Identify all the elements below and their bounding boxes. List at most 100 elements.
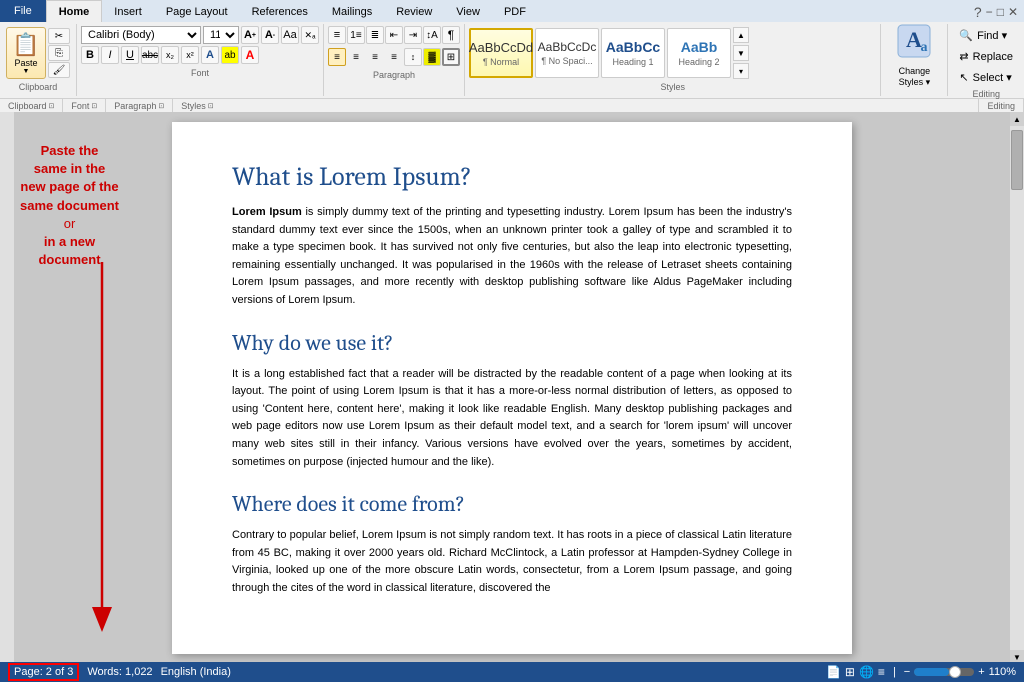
decrease-font-button[interactable]: A- bbox=[261, 26, 279, 44]
style-heading1[interactable]: AaBbCc Heading 1 bbox=[601, 28, 665, 78]
font-group: Calibri (Body) 11 A+ A- Aa ✕ₐ B I U abc … bbox=[77, 24, 324, 96]
strikethrough-button[interactable]: abc bbox=[141, 46, 159, 64]
style-normal[interactable]: AaBbCcDd ¶ Normal bbox=[469, 28, 533, 78]
font-size-select[interactable]: 11 bbox=[203, 26, 239, 44]
view-outline-icon[interactable]: ≡ bbox=[878, 665, 885, 679]
font-name-select[interactable]: Calibri (Body) bbox=[81, 26, 201, 44]
font-color-button[interactable]: A bbox=[241, 46, 259, 64]
highlight-button[interactable]: ab bbox=[221, 46, 239, 64]
styles-scroll-up[interactable]: ▲ bbox=[733, 27, 749, 43]
annotation-arrow-svg bbox=[62, 262, 142, 642]
tab-page-layout[interactable]: Page Layout bbox=[154, 2, 240, 22]
justify-button[interactable]: ≡ bbox=[385, 48, 403, 66]
view-fullscreen-icon[interactable]: ⊞ bbox=[845, 665, 855, 679]
tab-references[interactable]: References bbox=[240, 2, 320, 22]
styles-scroll-down[interactable]: ▼ bbox=[733, 45, 749, 61]
editing-section-label: Editing bbox=[979, 99, 1024, 112]
change-styles-group-label bbox=[913, 84, 916, 98]
show-formatting-button[interactable]: ¶ bbox=[442, 26, 460, 44]
style-heading2[interactable]: AaBb Heading 2 bbox=[667, 28, 731, 78]
ribbon-label-row: Clipboard ⊡ Font ⊡ Paragraph ⊡ Styles ⊡ … bbox=[0, 98, 1024, 112]
replace-button[interactable]: ⇄ Replace bbox=[954, 47, 1018, 66]
status-right: 📄 ⊞ 🌐 ≡ | − + 110% bbox=[826, 665, 1016, 679]
maximize-icon[interactable]: □ bbox=[997, 5, 1004, 19]
font-expand-icon[interactable]: ⊡ bbox=[91, 102, 97, 110]
help-icon[interactable]: ? bbox=[974, 4, 982, 20]
styles-expand-icon[interactable]: ⊡ bbox=[208, 102, 214, 110]
clear-format-button[interactable]: ✕ₐ bbox=[301, 26, 319, 44]
document-page: Paste the same in the new page of the sa… bbox=[172, 122, 852, 654]
change-case-button[interactable]: Aa bbox=[281, 26, 299, 44]
superscript-button[interactable]: x² bbox=[181, 46, 199, 64]
section2-body: It is a long established fact that a rea… bbox=[232, 366, 792, 472]
paragraph-group: ≡ 1≡ ≣ ⇤ ⇥ ↕A ¶ ≡ ≡ ≡ ≡ ↕ ▓ ⊞ Paragraph bbox=[324, 24, 465, 96]
change-styles-button[interactable]: A a ChangeStyles ▾ bbox=[889, 26, 939, 84]
tab-mailings[interactable]: Mailings bbox=[320, 2, 384, 22]
zoom-in-button[interactable]: + bbox=[978, 666, 984, 678]
annotation: Paste the same in the new page of the sa… bbox=[14, 142, 157, 269]
multilevel-list-button[interactable]: ≣ bbox=[366, 26, 384, 44]
increase-font-button[interactable]: A+ bbox=[241, 26, 259, 44]
tab-home[interactable]: Home bbox=[46, 0, 103, 22]
tab-insert[interactable]: Insert bbox=[102, 2, 154, 22]
align-left-button[interactable]: ≡ bbox=[328, 48, 346, 66]
italic-button[interactable]: I bbox=[101, 46, 119, 64]
align-right-button[interactable]: ≡ bbox=[366, 48, 384, 66]
replace-icon: ⇄ bbox=[959, 50, 968, 63]
word-count: Words: 1,022 bbox=[87, 666, 152, 678]
view-web-icon[interactable]: 🌐 bbox=[859, 665, 874, 679]
font-section-label: Font ⊡ bbox=[63, 99, 106, 112]
decrease-indent-button[interactable]: ⇤ bbox=[385, 26, 403, 44]
underline-button[interactable]: U bbox=[121, 46, 139, 64]
find-icon: 🔍 bbox=[959, 29, 973, 42]
page-indicator: Page: 2 of 3 bbox=[8, 663, 79, 681]
sort-button[interactable]: ↕A bbox=[423, 26, 441, 44]
clipboard-expand-icon[interactable]: ⊡ bbox=[49, 102, 55, 110]
cut-button[interactable]: ✂ bbox=[48, 28, 70, 44]
scroll-thumb[interactable] bbox=[1011, 130, 1023, 190]
paragraph-section-label: Paragraph ⊡ bbox=[106, 99, 173, 112]
format-painter-button[interactable]: 🖌 bbox=[48, 62, 70, 78]
section1-body: Lorem Ipsum is simply dummy text of the … bbox=[232, 204, 792, 310]
shading-button[interactable]: ▓ bbox=[423, 48, 441, 66]
zoom-out-button[interactable]: − bbox=[904, 666, 910, 678]
tab-review[interactable]: Review bbox=[384, 2, 444, 22]
section3-heading: Where does it come from? bbox=[232, 491, 792, 517]
change-styles-icon: A a bbox=[896, 23, 932, 66]
status-left: Page: 2 of 3 Words: 1,022 English (India… bbox=[8, 663, 231, 681]
bold-button[interactable]: B bbox=[81, 46, 99, 64]
minimize-icon[interactable]: − bbox=[986, 5, 993, 19]
scroll-up-button[interactable]: ▲ bbox=[1010, 112, 1024, 126]
ribbon: File Home Insert Page Layout References … bbox=[0, 0, 1024, 112]
increase-indent-button[interactable]: ⇥ bbox=[404, 26, 422, 44]
numbering-button[interactable]: 1≡ bbox=[347, 26, 365, 44]
text-effect-button[interactable]: A bbox=[201, 46, 219, 64]
right-scrollbar[interactable]: ▲ ▼ bbox=[1010, 112, 1024, 664]
annotation-text: Paste the same in the new page of the sa… bbox=[14, 142, 157, 269]
style-no-spacing[interactable]: AaBbCcDc ¶ No Spaci... bbox=[535, 28, 599, 78]
clipboard-extras: ✂ ⎘ 🖌 bbox=[48, 28, 70, 78]
find-button[interactable]: 🔍 Find ▾ bbox=[954, 26, 1018, 45]
line-spacing-button[interactable]: ↕ bbox=[404, 48, 422, 66]
view-print-icon[interactable]: 📄 bbox=[826, 665, 841, 679]
paste-button[interactable]: 📋 Paste ▼ bbox=[6, 27, 46, 79]
tab-file[interactable]: File bbox=[0, 0, 46, 22]
tab-view[interactable]: View bbox=[444, 2, 492, 22]
copy-button[interactable]: ⎘ bbox=[48, 45, 70, 61]
align-center-button[interactable]: ≡ bbox=[347, 48, 365, 66]
svg-text:a: a bbox=[921, 40, 928, 55]
paragraph-label: Paragraph bbox=[328, 68, 460, 82]
left-margin bbox=[0, 112, 14, 664]
border-button[interactable]: ⊞ bbox=[442, 48, 460, 66]
styles-label: Styles bbox=[469, 80, 876, 94]
bullets-button[interactable]: ≡ bbox=[328, 26, 346, 44]
select-button[interactable]: ↖ Select ▾ bbox=[954, 68, 1018, 87]
document-container[interactable]: Paste the same in the new page of the sa… bbox=[14, 112, 1010, 664]
subscript-button[interactable]: x₂ bbox=[161, 46, 179, 64]
tab-pdf[interactable]: PDF bbox=[492, 2, 538, 22]
paste-dropdown-icon: ▼ bbox=[23, 68, 30, 75]
zoom-slider[interactable] bbox=[914, 668, 974, 676]
styles-expand[interactable]: ▾ bbox=[733, 63, 749, 79]
close-icon[interactable]: ✕ bbox=[1008, 5, 1018, 19]
paragraph-expand-icon[interactable]: ⊡ bbox=[158, 102, 164, 110]
